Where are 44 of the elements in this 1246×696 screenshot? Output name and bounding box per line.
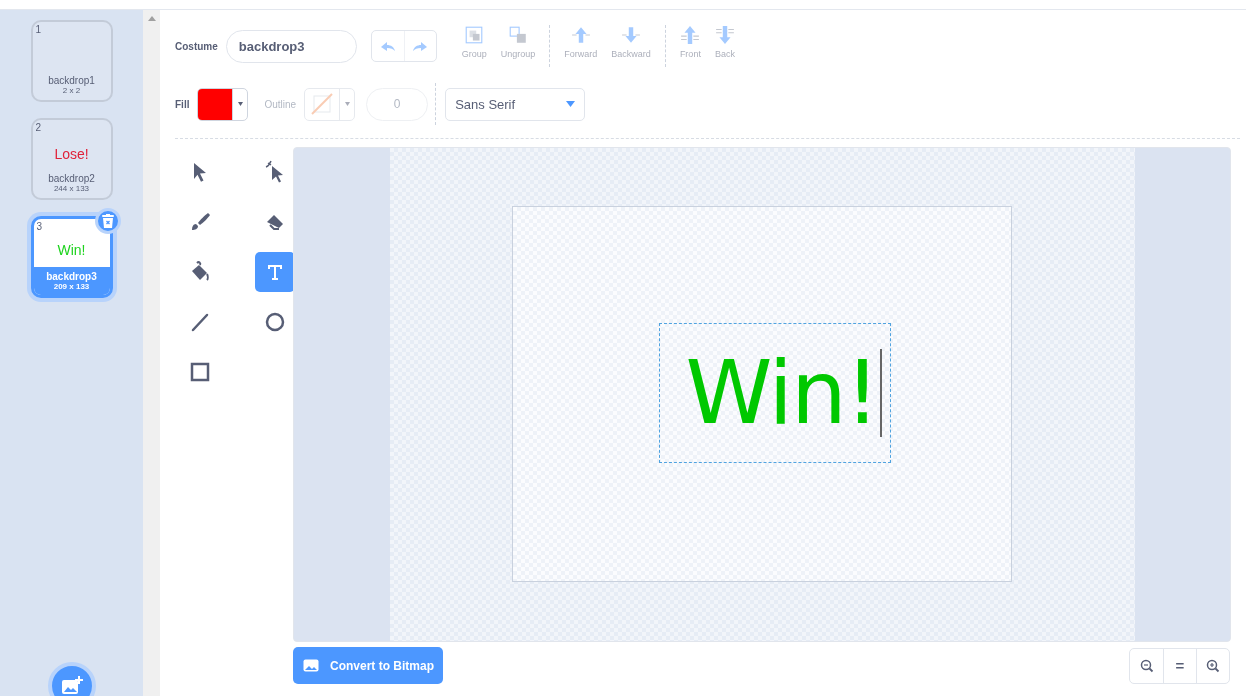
add-backdrop-button[interactable]	[48, 662, 96, 696]
down-arrow-icon	[714, 25, 735, 45]
caret-icon	[566, 101, 576, 107]
canvas-text[interactable]: Win!	[685, 349, 882, 437]
costume-tile[interactable]: 1 backdrop1 2 x 2	[30, 20, 113, 102]
down-arrow-icon	[621, 25, 642, 45]
square-icon	[188, 360, 212, 384]
caret-icon	[237, 102, 243, 106]
up-arrow-icon	[680, 25, 701, 45]
zoom-out-icon	[1139, 658, 1154, 673]
costume-tile[interactable]: 2 Lose! backdrop2 244 x 133	[30, 118, 113, 200]
costume-preview-text: Win!	[57, 242, 86, 258]
no-color-icon	[311, 93, 334, 115]
delete-button[interactable]	[94, 208, 121, 234]
text-tool-button[interactable]	[255, 252, 295, 292]
costume-number: 3	[35, 220, 44, 233]
costume-name: backdrop1	[48, 75, 95, 86]
costume-number: 2	[34, 121, 43, 134]
ungroup-icon	[508, 25, 529, 45]
trash-icon	[101, 214, 114, 228]
costume-size: 244 x 133	[53, 184, 90, 193]
drawing-canvas[interactable]: Win!	[293, 147, 1231, 642]
fill-label: Fill	[175, 98, 190, 110]
circle-icon	[263, 310, 287, 334]
image-plus-icon	[61, 676, 83, 696]
group-icon	[464, 25, 485, 45]
costume-size: 209 x 133	[53, 282, 90, 291]
costume-name: backdrop2	[48, 173, 95, 184]
outline-label: Outline	[264, 98, 297, 110]
fill-color-picker[interactable]	[197, 87, 249, 121]
costume-name: backdrop3	[46, 271, 97, 282]
caret-icon	[344, 102, 350, 106]
outline-color-picker[interactable]	[304, 87, 356, 121]
up-arrow-icon	[570, 25, 591, 45]
zoom-in-icon	[1206, 658, 1220, 673]
costume-size: 2 x 2	[62, 86, 81, 95]
image-icon	[303, 659, 319, 672]
costume-name-field[interactable]: backdrop3	[225, 29, 357, 63]
selection-box[interactable]: Win!	[659, 323, 891, 463]
costume-number: 1	[34, 23, 43, 36]
costume-preview-text: Lose!	[54, 145, 89, 162]
costume-label: Costume	[175, 40, 218, 52]
font-dropdown[interactable]: Sans Serif	[445, 87, 586, 121]
convert-to-bitmap-button[interactable]: Convert to Bitmap	[293, 647, 443, 684]
